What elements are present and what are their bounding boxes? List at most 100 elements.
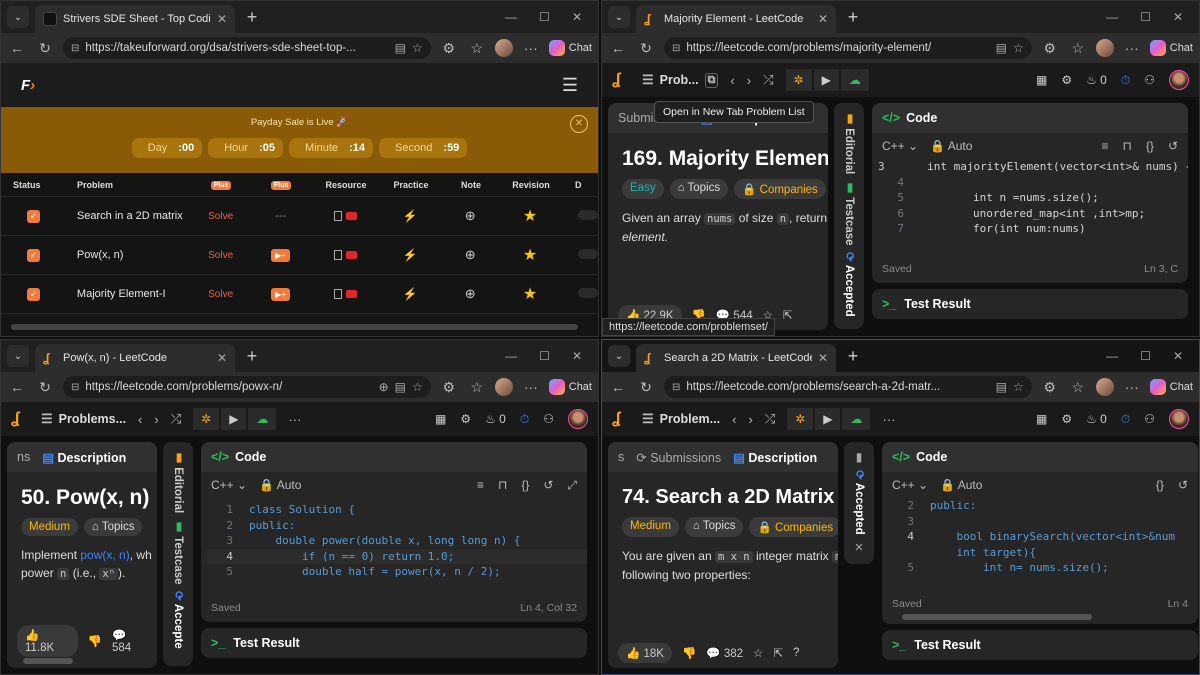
language-select[interactable]: C++ ⌄ — [882, 139, 918, 153]
next-problem-icon[interactable]: › — [747, 73, 751, 88]
favorites-icon[interactable]: ☆ — [1068, 40, 1088, 57]
favorite-star-icon[interactable]: ☆ — [412, 380, 423, 394]
copilot-chat-button[interactable]: Chat — [1149, 379, 1193, 395]
debug-icon[interactable]: ✲ — [787, 408, 814, 430]
close-accepted-icon[interactable]: ✕ — [854, 541, 863, 554]
url-field[interactable]: ⊟ https://leetcode.com/problems/search-a… — [664, 376, 1032, 398]
tab-list-dropdown-icon[interactable]: ⌄ — [7, 345, 29, 367]
solve-link[interactable]: Solve — [191, 250, 251, 261]
practice-icon[interactable]: ⚡ — [380, 248, 440, 262]
more-icon[interactable]: ··· — [1122, 379, 1142, 395]
desc-link[interactable]: pow(x, n) — [80, 548, 129, 562]
url-field[interactable]: ⊟ https://leetcode.com/problems/powx-n/ … — [63, 376, 431, 398]
back-icon[interactable]: ← — [608, 40, 628, 56]
prev-problem-icon[interactable]: ‹ — [138, 412, 142, 427]
settings-gear-icon[interactable]: ⚙ — [460, 412, 471, 426]
dislike-icon[interactable]: 👎 — [88, 634, 102, 648]
favorite-star-icon[interactable]: ☆ — [1013, 41, 1024, 55]
leetcode-logo-icon[interactable]: ʆ — [612, 71, 630, 89]
problem-list-button[interactable]: ☰ Problems... — [41, 411, 126, 427]
bookmark-icon[interactable]: ⊓ — [1123, 139, 1132, 153]
tab-list-dropdown-icon[interactable]: ⌄ — [7, 6, 29, 28]
topics-tag[interactable]: ⌂ Topics — [684, 517, 744, 537]
horizontal-scrollbar[interactable] — [23, 658, 73, 664]
topics-tag[interactable]: ⌂ Topics — [83, 518, 143, 536]
braces-icon[interactable]: {} — [1146, 139, 1154, 153]
test-result-panel[interactable]: >_ Test Result — [882, 630, 1198, 660]
youtube-icon[interactable] — [345, 212, 357, 221]
timer-icon[interactable]: ⏱ — [1121, 73, 1130, 88]
reader-icon[interactable]: ▤ — [395, 41, 406, 55]
auto-mode[interactable]: 🔒 Auto — [930, 139, 972, 153]
favorites-icon[interactable]: ☆ — [467, 379, 487, 396]
braces-icon[interactable]: {} — [521, 478, 529, 493]
code-editor[interactable]: 2 public: 3 4 bool binarySearch(vector<in… — [882, 498, 1198, 576]
timer-icon[interactable]: ⏱ — [520, 412, 529, 427]
tab-prev[interactable]: s — [618, 450, 624, 464]
code-editor[interactable]: 3 int majorityElement(vector<int>& nums)… — [872, 159, 1188, 237]
article-icon[interactable] — [333, 250, 342, 261]
horizontal-scrollbar[interactable] — [11, 324, 578, 330]
help-icon[interactable]: ? — [793, 647, 799, 659]
submit-icon[interactable]: ☁ — [248, 408, 277, 430]
url-field[interactable]: ⊟ https://takeuforward.org/dsa/strivers-… — [63, 37, 431, 59]
reader-icon[interactable]: ▤ — [996, 380, 1007, 394]
submit-icon[interactable]: ☁ — [842, 408, 871, 430]
shuffle-icon[interactable]: ⤮ — [765, 411, 775, 427]
copilot-chat-button[interactable]: Chat — [548, 40, 592, 56]
comments-button[interactable]: 💬 382 — [706, 646, 743, 660]
tab-search-2d-matrix[interactable]: ʆ Search a 2D Matrix - LeetCode ✕ — [636, 344, 836, 372]
extensions-icon[interactable]: ⚙ — [1040, 379, 1060, 396]
user-avatar[interactable] — [568, 409, 588, 429]
maximize-icon[interactable]: ☐ — [539, 10, 550, 24]
expand-icon[interactable]: ⤢ — [567, 478, 577, 493]
article-icon[interactable] — [333, 289, 342, 300]
tab-accepted[interactable]: ⟳ Accepted — [852, 470, 866, 535]
zoom-icon[interactable]: ⊕ — [379, 380, 389, 394]
back-icon[interactable]: ← — [608, 379, 628, 395]
favorite-star-icon[interactable]: ☆ — [1013, 380, 1024, 394]
maximize-icon[interactable]: ☐ — [1140, 349, 1151, 363]
refresh-icon[interactable]: ↻ — [636, 40, 656, 57]
tab-pow[interactable]: ʆ Pow(x, n) - LeetCode ✕ — [35, 344, 235, 372]
add-note-icon[interactable]: ⊕ — [440, 208, 500, 224]
profile-avatar[interactable] — [1095, 39, 1114, 57]
horizontal-scrollbar[interactable] — [902, 614, 1092, 620]
leetcode-logo-icon[interactable]: ʆ — [11, 410, 29, 428]
tab-majority-element[interactable]: ʆ Majority Element - LeetCode ✕ — [636, 5, 836, 33]
dislike-icon[interactable]: 👎 — [682, 646, 696, 660]
minimize-icon[interactable]: — — [505, 10, 517, 24]
problem-list-button[interactable]: ☰ Prob... ⧉ — [642, 72, 719, 88]
close-window-icon[interactable]: ✕ — [1173, 349, 1183, 363]
youtube-icon[interactable] — [345, 251, 357, 260]
editorial-icon[interactable]: ▮ — [856, 450, 863, 464]
layout-icon[interactable]: ▦ — [435, 412, 446, 426]
minimize-icon[interactable]: — — [1106, 10, 1118, 24]
run-icon[interactable]: ▶ — [815, 408, 841, 430]
close-tab-icon[interactable]: ✕ — [818, 351, 828, 365]
tab-list-dropdown-icon[interactable]: ⌄ — [608, 345, 630, 367]
checkbox-checked[interactable]: ✓ — [27, 209, 40, 223]
streak-counter[interactable]: ♨ 0 — [485, 412, 506, 426]
like-button[interactable]: 👍 11.8K — [17, 625, 78, 657]
layout-icon[interactable]: ▦ — [1036, 412, 1047, 426]
maximize-icon[interactable]: ☐ — [539, 349, 550, 363]
profile-avatar[interactable] — [1095, 378, 1114, 396]
copilot-chat-button[interactable]: Chat — [548, 379, 592, 395]
more-icon[interactable]: ··· — [1122, 40, 1142, 56]
braces-icon[interactable]: {} — [1156, 478, 1164, 492]
shuffle-icon[interactable]: ⤮ — [171, 411, 181, 427]
notes-icon[interactable]: ≡ — [1102, 139, 1109, 153]
streak-counter[interactable]: ♨ 0 — [1086, 73, 1107, 87]
reader-icon[interactable]: ▤ — [395, 380, 406, 394]
leetcode-logo-icon[interactable]: ʆ — [612, 410, 630, 428]
add-note-icon[interactable]: ⊕ — [440, 247, 500, 263]
plus-video-icon[interactable]: ▶+ — [271, 248, 290, 262]
user-avatar[interactable] — [1169, 409, 1189, 429]
problem-name[interactable]: Search in a 2D matrix — [71, 210, 191, 222]
shuffle-icon[interactable]: ⤮ — [763, 72, 773, 88]
reader-icon[interactable]: ▤ — [996, 41, 1007, 55]
tab-submissions[interactable]: ⟳ Submissions — [636, 450, 721, 465]
share-icon[interactable]: ⇱ — [783, 308, 793, 322]
back-icon[interactable]: ← — [7, 40, 27, 56]
